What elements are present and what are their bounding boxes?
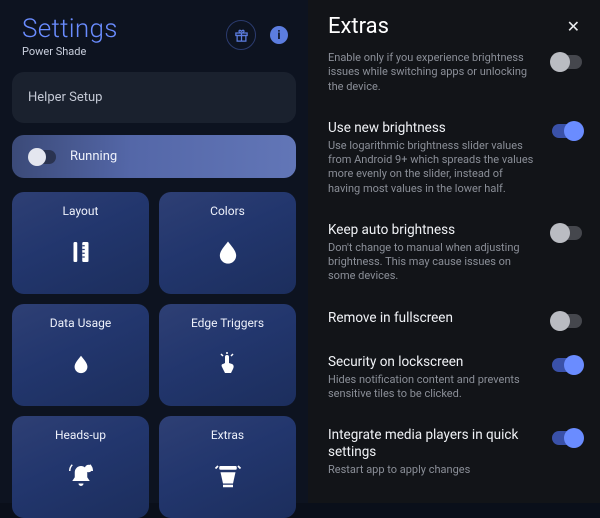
toggle-security-lockscreen[interactable] (552, 358, 582, 372)
setting-item-auto-brightness[interactable]: Keep auto brightness Don't change to man… (328, 209, 596, 297)
gesture-icon (216, 342, 240, 386)
toggle-auto-brightness[interactable] (552, 226, 582, 240)
tile-edge-triggers[interactable]: Edge Triggers (159, 304, 296, 406)
close-icon: ✕ (567, 17, 580, 36)
tile-label: Data Usage (50, 316, 111, 330)
toggle-remove-fullscreen[interactable] (552, 314, 582, 328)
tile-label: Colors (210, 204, 245, 218)
info-icon: i (277, 28, 280, 42)
setting-title: Use new brightness (328, 120, 536, 137)
toggle-media-players[interactable] (552, 431, 582, 445)
bell-alert-icon (66, 454, 96, 498)
toggle-partial[interactable] (552, 55, 582, 69)
setting-desc: Use logarithmic brightness slider values… (328, 139, 536, 196)
close-button[interactable]: ✕ (567, 17, 580, 36)
ruler-icon (66, 230, 96, 274)
setting-title: Keep auto brightness (328, 222, 536, 239)
setting-item-remove-fullscreen[interactable]: Remove in fullscreen (328, 297, 596, 341)
setting-desc: Hides notification content and prevents … (328, 373, 536, 402)
tiles-grid: Layout Colors Data Usage Edge Triggers H… (12, 192, 296, 518)
tile-label: Extras (211, 428, 244, 442)
page-title: Settings (22, 16, 118, 43)
setting-desc: Enable only if you experience brightness… (328, 51, 536, 94)
settings-header: Settings Power Shade (22, 16, 118, 58)
helper-setup-card[interactable]: Helper Setup (12, 72, 296, 123)
extras-panel: Extras ✕ Enable only if you experience b… (308, 0, 600, 503)
extras-title: Extras (328, 14, 389, 39)
drop-small-icon (70, 342, 92, 386)
setting-title: Integrate media players in quick setting… (328, 427, 536, 461)
tile-label: Heads-up (55, 428, 106, 442)
setting-desc: Restart app to apply changes (328, 463, 536, 477)
extras-icon (213, 454, 243, 498)
setting-item-media-players[interactable]: Integrate media players in quick setting… (328, 414, 596, 490)
tile-data-usage[interactable]: Data Usage (12, 304, 149, 406)
setting-item-partial[interactable]: Enable only if you experience brightness… (328, 51, 596, 107)
page-subtitle: Power Shade (22, 45, 118, 58)
extras-list[interactable]: Enable only if you experience brightness… (308, 51, 600, 503)
gift-button[interactable] (226, 20, 256, 50)
setting-title: Remove in fullscreen (328, 310, 536, 327)
setting-item-roboto-font[interactable]: Use Roboto font Restart app to apply cha… (328, 490, 596, 503)
tile-label: Layout (63, 204, 99, 218)
setting-title: Security on lockscreen (328, 354, 536, 371)
running-toggle[interactable] (28, 150, 56, 164)
info-button[interactable]: i (270, 26, 288, 44)
helper-setup-label: Helper Setup (28, 90, 102, 105)
tile-colors[interactable]: Colors (159, 192, 296, 294)
drop-icon (214, 230, 242, 274)
gift-icon (234, 28, 249, 43)
setting-item-security-lockscreen[interactable]: Security on lockscreen Hides notificatio… (328, 341, 596, 414)
running-label: Running (70, 149, 117, 164)
setting-item-new-brightness[interactable]: Use new brightness Use logarithmic brigh… (328, 107, 596, 209)
setting-desc: Don't change to manual when adjusting br… (328, 241, 536, 284)
tile-label: Edge Triggers (191, 316, 264, 330)
toggle-new-brightness[interactable] (552, 124, 582, 138)
running-card[interactable]: Running (12, 135, 296, 178)
tile-layout[interactable]: Layout (12, 192, 149, 294)
settings-panel: Settings Power Shade i Helper Setup Runn… (0, 0, 308, 503)
